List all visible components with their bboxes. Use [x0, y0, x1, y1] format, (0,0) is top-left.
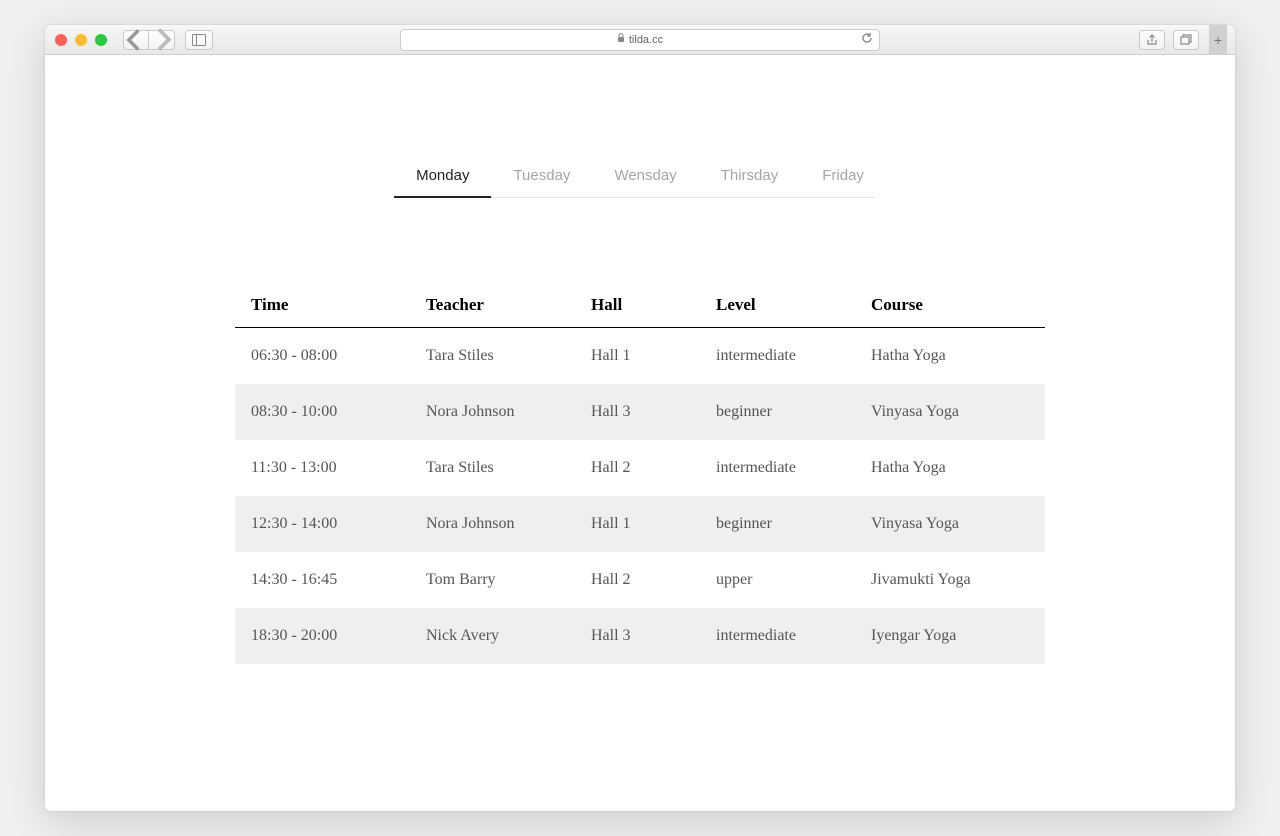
column-header-hall: Hall [575, 283, 700, 328]
tab-monday[interactable]: Monday [394, 155, 491, 198]
cell-teacher: Tom Barry [410, 552, 575, 608]
cell-hall: Hall 1 [575, 328, 700, 385]
cell-hall: Hall 3 [575, 608, 700, 664]
cell-level: beginner [700, 384, 855, 440]
column-header-time: Time [235, 283, 410, 328]
cell-time: 11:30 - 13:00 [235, 440, 410, 496]
cell-level: beginner [700, 496, 855, 552]
sidebar-toggle-button[interactable] [185, 30, 213, 50]
cell-course: Iyengar Yoga [855, 608, 1045, 664]
schedule-table: TimeTeacherHallLevelCourse 06:30 - 08:00… [235, 283, 1045, 664]
cell-level: intermediate [700, 440, 855, 496]
table-row: 14:30 - 16:45Tom BarryHall 2upperJivamuk… [235, 552, 1045, 608]
title-bar: tilda.cc + [45, 25, 1235, 55]
column-header-teacher: Teacher [410, 283, 575, 328]
cell-time: 08:30 - 10:00 [235, 384, 410, 440]
new-tab-button[interactable]: + [1209, 25, 1227, 55]
cell-hall: Hall 3 [575, 384, 700, 440]
cell-course: Hatha Yoga [855, 440, 1045, 496]
address-bar[interactable]: tilda.cc [400, 29, 880, 51]
cell-teacher: Nora Johnson [410, 496, 575, 552]
cell-time: 14:30 - 16:45 [235, 552, 410, 608]
cell-hall: Hall 2 [575, 440, 700, 496]
browser-window: tilda.cc + MondayTuesdayWensdayThirsdayF… [45, 25, 1235, 811]
nav-buttons [123, 30, 175, 50]
toolbar-right: + [1139, 25, 1227, 55]
column-header-level: Level [700, 283, 855, 328]
cell-level: upper [700, 552, 855, 608]
tab-thirsday[interactable]: Thirsday [699, 155, 801, 198]
cell-time: 18:30 - 20:00 [235, 608, 410, 664]
fullscreen-window-button[interactable] [95, 34, 107, 46]
cell-level: intermediate [700, 328, 855, 385]
tab-friday[interactable]: Friday [800, 155, 886, 198]
share-button[interactable] [1139, 30, 1165, 50]
cell-course: Vinyasa Yoga [855, 384, 1045, 440]
cell-course: Hatha Yoga [855, 328, 1045, 385]
tab-wensday[interactable]: Wensday [592, 155, 698, 198]
cell-hall: Hall 2 [575, 552, 700, 608]
cell-time: 06:30 - 08:00 [235, 328, 410, 385]
table-row: 06:30 - 08:00Tara StilesHall 1intermedia… [235, 328, 1045, 385]
cell-course: Jivamukti Yoga [855, 552, 1045, 608]
url-text: tilda.cc [629, 34, 663, 46]
refresh-button[interactable] [861, 32, 873, 47]
table-row: 18:30 - 20:00Nick AveryHall 3intermediat… [235, 608, 1045, 664]
minimize-window-button[interactable] [75, 34, 87, 46]
day-tabs: MondayTuesdayWensdayThirsdayFriday [405, 155, 875, 198]
cell-teacher: Tara Stiles [410, 328, 575, 385]
cell-time: 12:30 - 14:00 [235, 496, 410, 552]
table-row: 12:30 - 14:00Nora JohnsonHall 1beginnerV… [235, 496, 1045, 552]
back-button[interactable] [123, 30, 149, 50]
cell-teacher: Tara Stiles [410, 440, 575, 496]
table-header-row: TimeTeacherHallLevelCourse [235, 283, 1045, 328]
tab-tuesday[interactable]: Tuesday [491, 155, 592, 198]
cell-hall: Hall 1 [575, 496, 700, 552]
column-header-course: Course [855, 283, 1045, 328]
window-controls [55, 34, 107, 46]
cell-level: intermediate [700, 608, 855, 664]
forward-button[interactable] [149, 30, 175, 50]
cell-course: Vinyasa Yoga [855, 496, 1045, 552]
table-row: 08:30 - 10:00Nora JohnsonHall 3beginnerV… [235, 384, 1045, 440]
cell-teacher: Nick Avery [410, 608, 575, 664]
tabs-overview-button[interactable] [1173, 30, 1199, 50]
table-row: 11:30 - 13:00Tara StilesHall 2intermedia… [235, 440, 1045, 496]
close-window-button[interactable] [55, 34, 67, 46]
cell-teacher: Nora Johnson [410, 384, 575, 440]
lock-icon [617, 33, 625, 46]
page-content: MondayTuesdayWensdayThirsdayFriday TimeT… [45, 55, 1235, 811]
